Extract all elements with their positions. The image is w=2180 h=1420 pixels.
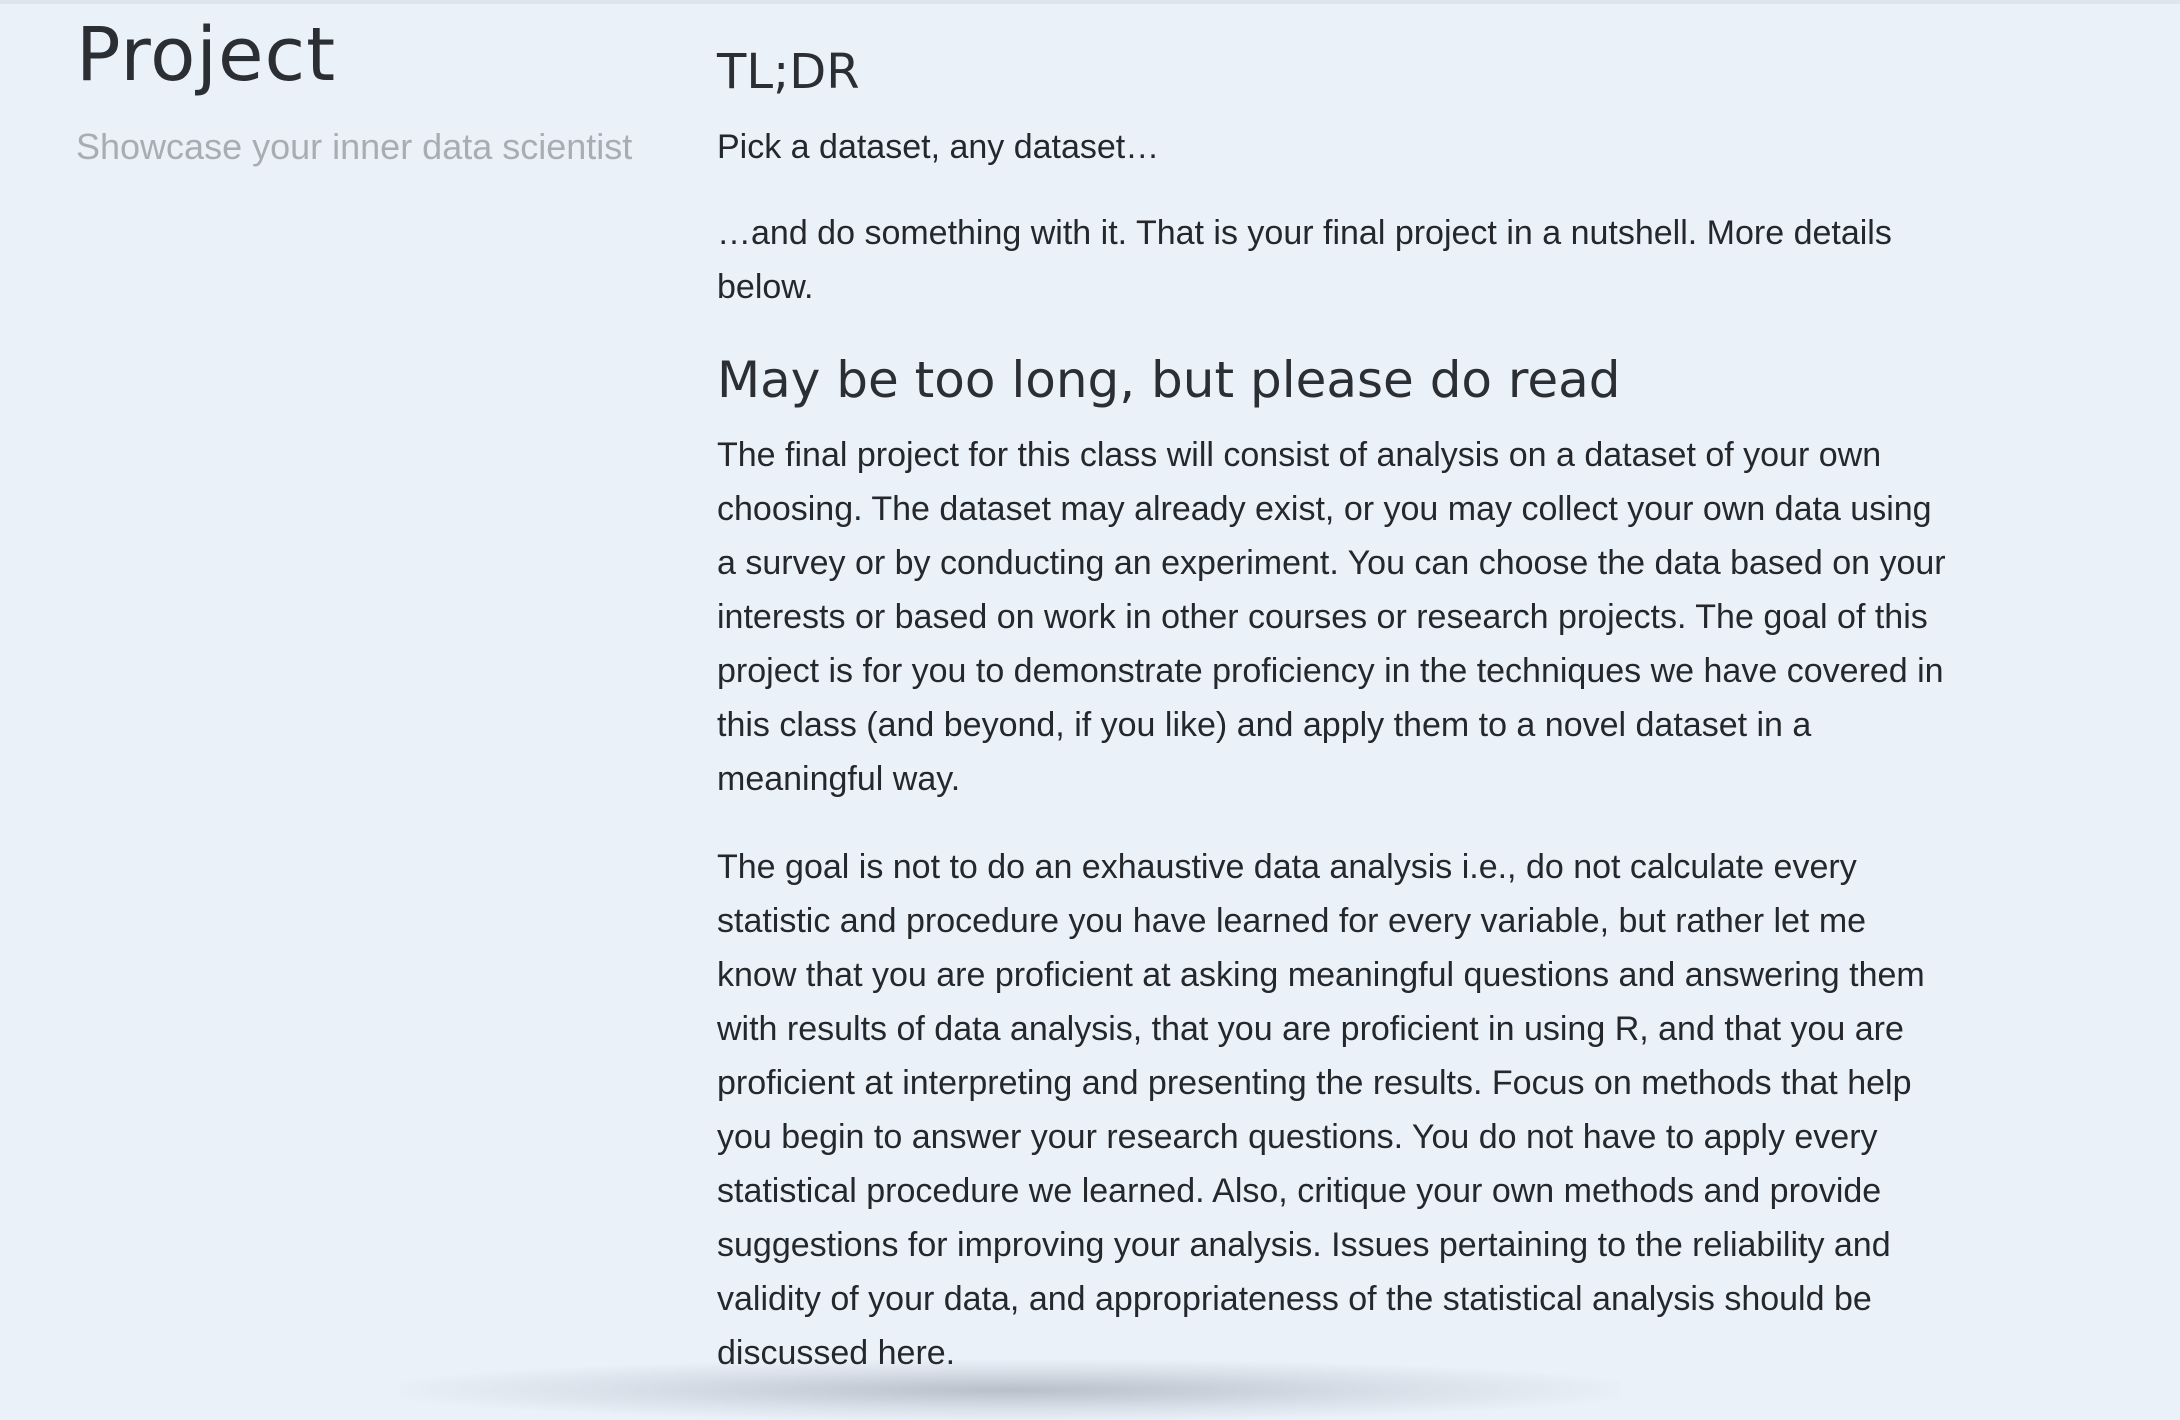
- long-heading: May be too long, but please do read: [717, 351, 1621, 409]
- page-subtitle: Showcase your inner data scientist: [76, 126, 633, 167]
- long-paragraph-1: The final project for this class will co…: [717, 436, 1946, 798]
- tldr-paragraph-1: Pick a dataset, any dataset…: [717, 128, 1160, 166]
- tldr-paragraph-2: …and do something with it. That is your …: [717, 214, 1892, 306]
- long-paragraph-2: The goal is not to do an exhaustive data…: [717, 848, 1925, 1372]
- top-edge: [0, 0, 2180, 4]
- tldr-heading: TL;DR: [717, 44, 860, 100]
- page-title: Project: [76, 12, 337, 98]
